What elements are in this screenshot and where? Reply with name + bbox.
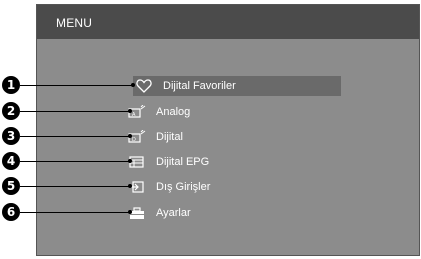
- leader-dot-4: [128, 159, 132, 163]
- svg-text:A: A: [132, 112, 136, 118]
- leader-dot-5: [128, 184, 132, 188]
- menu-item-ayarlar[interactable]: Ayarlar: [126, 203, 191, 223]
- leader-line-2: [20, 111, 129, 112]
- menu-item-label: Dijital Favoriler: [163, 80, 236, 92]
- leader-dot-1: [131, 83, 135, 87]
- heart-icon: [133, 79, 155, 93]
- tv-menu-screen: MENU Dijital Favoriler A Analog D Dijita…: [36, 4, 420, 256]
- menu-item-dijital-epg[interactable]: Dijital EPG: [126, 152, 209, 172]
- menu-item-label: Dijital: [156, 131, 183, 143]
- menu-title: MENU: [56, 16, 93, 30]
- menu-item-dijital[interactable]: D Dijital: [126, 127, 183, 147]
- callout-5: 5: [2, 177, 20, 195]
- svg-text:D: D: [132, 137, 136, 143]
- leader-line-5: [20, 186, 129, 187]
- leader-dot-6: [128, 210, 132, 214]
- menu-item-dis-girisler[interactable]: Dış Girişler: [126, 177, 210, 197]
- menu-item-label: Analog: [156, 106, 191, 118]
- leader-dot-3: [128, 134, 132, 138]
- menu-item-dijital-favoriler[interactable]: Dijital Favoriler: [133, 76, 341, 96]
- callout-2: 2: [2, 102, 20, 120]
- leader-line-3: [20, 136, 129, 137]
- callout-6: 6: [2, 203, 20, 221]
- menu-item-label: Dijital EPG: [156, 156, 210, 168]
- callout-1: 1: [2, 76, 20, 94]
- callout-4: 4: [2, 152, 20, 170]
- leader-line-4: [20, 161, 129, 162]
- menu-item-analog[interactable]: A Analog: [126, 102, 190, 122]
- leader-line-1: [20, 85, 132, 86]
- menu-item-label: Dış Girişler: [156, 181, 211, 193]
- callout-3: 3: [2, 127, 20, 145]
- leader-line-6: [20, 212, 129, 213]
- menu-title-bar: MENU: [37, 5, 419, 39]
- leader-dot-2: [128, 109, 132, 113]
- menu-item-label: Ayarlar: [156, 207, 191, 219]
